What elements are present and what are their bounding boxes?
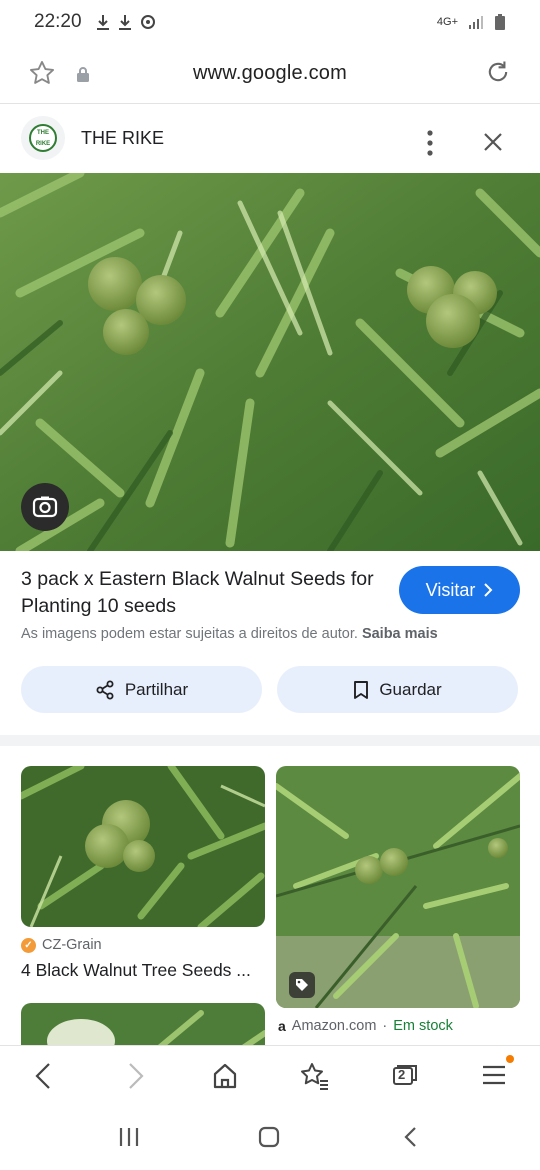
system-nav-bar — [0, 1107, 540, 1170]
download-icon — [118, 15, 131, 30]
status-bar: 22:20 4G+ — [0, 0, 540, 44]
source-name[interactable]: THE RIKE — [81, 128, 164, 149]
tabs-count: 2 — [398, 1067, 406, 1082]
related-source-1-name: CZ-Grain — [42, 937, 102, 953]
home-icon[interactable] — [212, 1062, 238, 1090]
system-back-icon[interactable] — [402, 1126, 418, 1148]
battery-icon — [495, 14, 505, 30]
result-title[interactable]: 3 pack x Eastern Black Walnut Seeds for … — [21, 566, 381, 620]
forward-icon[interactable] — [127, 1062, 145, 1090]
status-time: 22:20 — [34, 11, 82, 32]
related-title-1[interactable]: 4 Black Walnut Tree Seeds ... — [21, 960, 265, 981]
copyright-notice: As imagens podem estar sujeitas a direit… — [21, 626, 438, 642]
lock-icon — [77, 67, 89, 82]
related-source-2-name: Amazon.com — [291, 1018, 377, 1034]
lens-icon — [32, 496, 58, 518]
amazon-favicon: a — [278, 1018, 286, 1034]
share-icon — [96, 680, 114, 699]
signal-icon — [469, 16, 483, 29]
download-icon — [96, 15, 109, 30]
recents-icon[interactable] — [118, 1127, 140, 1147]
related-image-2[interactable] — [276, 766, 520, 1008]
save-button[interactable]: Guardar — [277, 666, 518, 713]
browser-toolbar — [0, 1045, 540, 1107]
notification-dot — [506, 1055, 514, 1063]
bookmark-icon — [354, 680, 369, 699]
tabs-icon[interactable]: 2 — [392, 1064, 418, 1086]
close-icon[interactable] — [482, 131, 504, 153]
source-logo-text: THE RIKE — [29, 124, 57, 152]
save-label: Guardar — [379, 679, 442, 699]
source-logo[interactable]: THE RIKE — [21, 116, 65, 160]
network-label: 4G+ — [436, 16, 458, 28]
visit-label: Visitar — [425, 579, 476, 600]
home-button-icon[interactable] — [258, 1126, 280, 1148]
product-tag-icon — [289, 972, 315, 998]
related-source-2-separator: · — [382, 1018, 388, 1034]
source-header: THE RIKE THE RIKE — [0, 105, 540, 173]
bookmarks-icon[interactable] — [300, 1062, 330, 1090]
chevron-right-icon — [484, 583, 493, 597]
main-image[interactable] — [0, 173, 540, 551]
visit-button[interactable]: Visitar — [399, 566, 520, 614]
learn-more-link[interactable]: Saiba mais — [362, 626, 438, 642]
star-icon[interactable] — [28, 59, 56, 87]
menu-icon[interactable] — [481, 1062, 507, 1088]
related-source-2[interactable]: a Amazon.com · Em stock — [278, 1018, 453, 1034]
share-button[interactable]: Partilhar — [21, 666, 262, 713]
related-image-1[interactable] — [21, 766, 265, 927]
cz-grain-favicon: ✓ — [21, 937, 36, 953]
share-label: Partilhar — [124, 679, 189, 699]
stock-status: Em stock — [393, 1018, 453, 1034]
copyright-text: As imagens podem estar sujeitas a direit… — [21, 626, 358, 642]
reload-icon[interactable] — [484, 58, 512, 86]
section-divider — [0, 735, 540, 746]
lens-search-button[interactable] — [21, 483, 69, 531]
url-bar: www.google.com — [0, 44, 540, 104]
related-source-1[interactable]: ✓ CZ-Grain — [21, 937, 102, 953]
sync-icon — [140, 15, 155, 29]
more-vert-icon[interactable] — [420, 125, 440, 161]
back-icon[interactable] — [34, 1062, 52, 1090]
